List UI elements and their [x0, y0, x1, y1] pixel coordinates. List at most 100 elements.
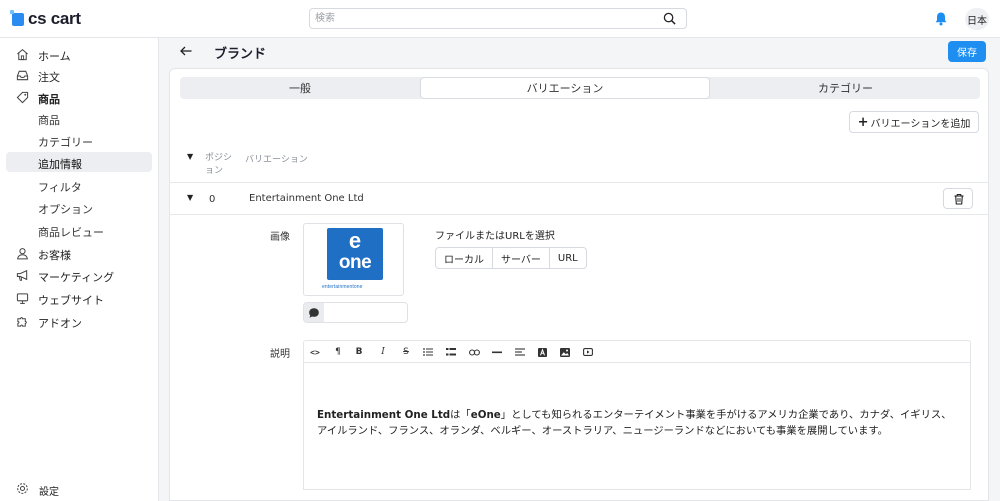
add-variation-label: バリエーションを追加	[870, 118, 971, 130]
file-source-group: ローカル サーバー URL	[435, 247, 587, 269]
home-icon	[17, 48, 28, 61]
paragraph-icon[interactable]: ¶	[329, 341, 347, 363]
bold-icon[interactable]: B	[350, 341, 368, 363]
sidebar-item-addons[interactable]: アドオン	[0, 311, 159, 332]
tab-general[interactable]: 一般	[180, 78, 420, 98]
plus-icon: +	[857, 114, 869, 130]
sidebar-item-customers[interactable]: お客様	[0, 243, 159, 264]
sidebar-subitem-categories[interactable]: カテゴリー	[6, 130, 152, 150]
divider	[170, 214, 988, 215]
sidebar-item-label: ホーム	[38, 50, 71, 63]
divider	[170, 182, 988, 183]
tab-bar: 一般 バリエーション カテゴリー	[180, 77, 980, 99]
sidebar: ホーム 注文 商品 商品 カテゴリー 追加情報 フィルタ オプション 商品レビュ…	[0, 38, 159, 501]
tag-icon	[16, 91, 29, 104]
sidebar-item-home[interactable]: ホーム	[0, 44, 159, 65]
video-icon[interactable]	[579, 341, 597, 363]
add-variation-button[interactable]: + バリエーションを追加	[849, 111, 979, 133]
bullet-list-icon[interactable]	[419, 341, 437, 363]
megaphone-icon	[16, 269, 28, 281]
text-color-icon[interactable]	[533, 341, 551, 363]
sidebar-item-products[interactable]: 商品	[0, 87, 159, 108]
sidebar-item-label: 商品	[38, 93, 60, 106]
code-icon[interactable]: <>	[306, 341, 324, 363]
user-icon	[17, 248, 28, 260]
image-label: 画像	[270, 232, 290, 243]
sidebar-subitem-label: カテゴリー	[38, 136, 93, 149]
logo-tagline: entertainmentone	[322, 284, 363, 290]
description-bold-eone: eOne	[470, 409, 501, 421]
sidebar-item-label: 設定	[39, 487, 59, 498]
sidebar-item-label: お客様	[38, 249, 71, 262]
source-local-button[interactable]: ローカル	[436, 248, 493, 268]
delete-variation-button[interactable]	[943, 188, 973, 209]
puzzle-icon	[17, 317, 27, 327]
tab-categories[interactable]: カテゴリー	[711, 78, 980, 98]
sidebar-item-label: マーケティング	[38, 271, 115, 284]
image-icon[interactable]	[556, 341, 574, 363]
alt-text-button[interactable]	[304, 303, 324, 322]
sidebar-item-settings[interactable]: 設定	[0, 481, 159, 498]
main-panel: 一般 バリエーション カテゴリー + バリエーションを追加 ▼ ポジション バリ…	[169, 68, 989, 501]
link-icon[interactable]	[465, 341, 483, 363]
align-icon[interactable]	[511, 341, 529, 363]
description-text-mid: は「	[450, 409, 471, 421]
source-server-button[interactable]: サーバー	[493, 248, 550, 268]
numbered-list-icon[interactable]	[442, 341, 460, 363]
column-header-position: ポジション	[205, 153, 233, 176]
back-arrow-icon[interactable]	[179, 44, 193, 58]
sidebar-subitem-features[interactable]: 追加情報	[6, 152, 152, 172]
search-icon[interactable]	[663, 12, 676, 25]
editor-toolbar: <> ¶ B I S	[303, 340, 971, 362]
image-alt-field[interactable]	[303, 302, 408, 323]
sidebar-subitem-label: フィルタ	[38, 181, 82, 194]
sidebar-item-label: ウェブサイト	[38, 294, 104, 307]
sidebar-subitem-options[interactable]: オプション	[6, 197, 152, 217]
collapse-all-caret-icon[interactable]: ▼	[187, 152, 193, 161]
language-selector[interactable]: 日本	[965, 8, 989, 30]
notification-bell-icon[interactable]	[934, 11, 948, 26]
sidebar-item-marketing[interactable]: マーケティング	[0, 265, 159, 286]
logo-icon	[10, 9, 24, 26]
brand-image-thumbnail[interactable]: e one entertainmentone	[303, 223, 404, 296]
logo-text: cs cart	[28, 9, 81, 28]
variation-position[interactable]: 0	[209, 194, 215, 205]
variation-name[interactable]: Entertainment One Ltd	[249, 193, 364, 204]
gear-icon	[17, 483, 28, 494]
sidebar-item-website[interactable]: ウェブサイト	[0, 288, 159, 309]
sidebar-item-label: アドオン	[38, 317, 82, 330]
sidebar-subitem-label: 追加情報	[38, 158, 82, 171]
column-header-variation: バリエーション	[245, 155, 308, 165]
logo[interactable]: cs cart	[10, 9, 81, 28]
tab-variations[interactable]: バリエーション	[421, 78, 709, 98]
save-button[interactable]: 保存	[948, 41, 986, 62]
sidebar-subitem-filters[interactable]: フィルタ	[6, 175, 152, 195]
trash-icon	[954, 194, 964, 205]
search-input[interactable]	[310, 9, 650, 28]
description-bold-company: Entertainment One Ltd	[317, 409, 451, 421]
horizontal-rule-icon[interactable]	[488, 341, 506, 363]
sidebar-subitem-label: オプション	[38, 203, 93, 216]
file-select-label: ファイルまたはURLを選択	[435, 231, 555, 242]
row-expand-caret-icon[interactable]: ▼	[187, 193, 193, 202]
description-editor[interactable]: Entertainment One Ltdは「eOne」としても知られるエンター…	[303, 362, 971, 490]
sidebar-item-label: 注文	[38, 71, 60, 84]
search-box	[309, 8, 687, 29]
italic-icon[interactable]: I	[374, 341, 392, 363]
description-text[interactable]: Entertainment One Ltdは「eOne」としても知られるエンター…	[317, 407, 957, 439]
sidebar-subitem-products[interactable]: 商品	[6, 108, 152, 128]
sidebar-subitem-label: 商品レビュー	[38, 226, 104, 239]
speech-bubble-icon	[309, 308, 319, 318]
top-bar: cs cart 日本	[0, 0, 1000, 38]
sidebar-subitem-label: 商品	[38, 114, 60, 127]
logo-letter-e: e	[348, 228, 362, 253]
sidebar-subitem-reviews[interactable]: 商品レビュー	[6, 220, 152, 240]
strikethrough-icon[interactable]: S	[397, 341, 415, 363]
monitor-icon	[16, 293, 29, 304]
sidebar-item-orders[interactable]: 注文	[0, 65, 159, 86]
logo-word-one: one	[338, 252, 372, 273]
eone-logo: e one	[327, 228, 383, 280]
description-label: 説明	[270, 349, 290, 360]
inbox-icon	[16, 70, 29, 81]
source-url-button[interactable]: URL	[550, 248, 586, 268]
